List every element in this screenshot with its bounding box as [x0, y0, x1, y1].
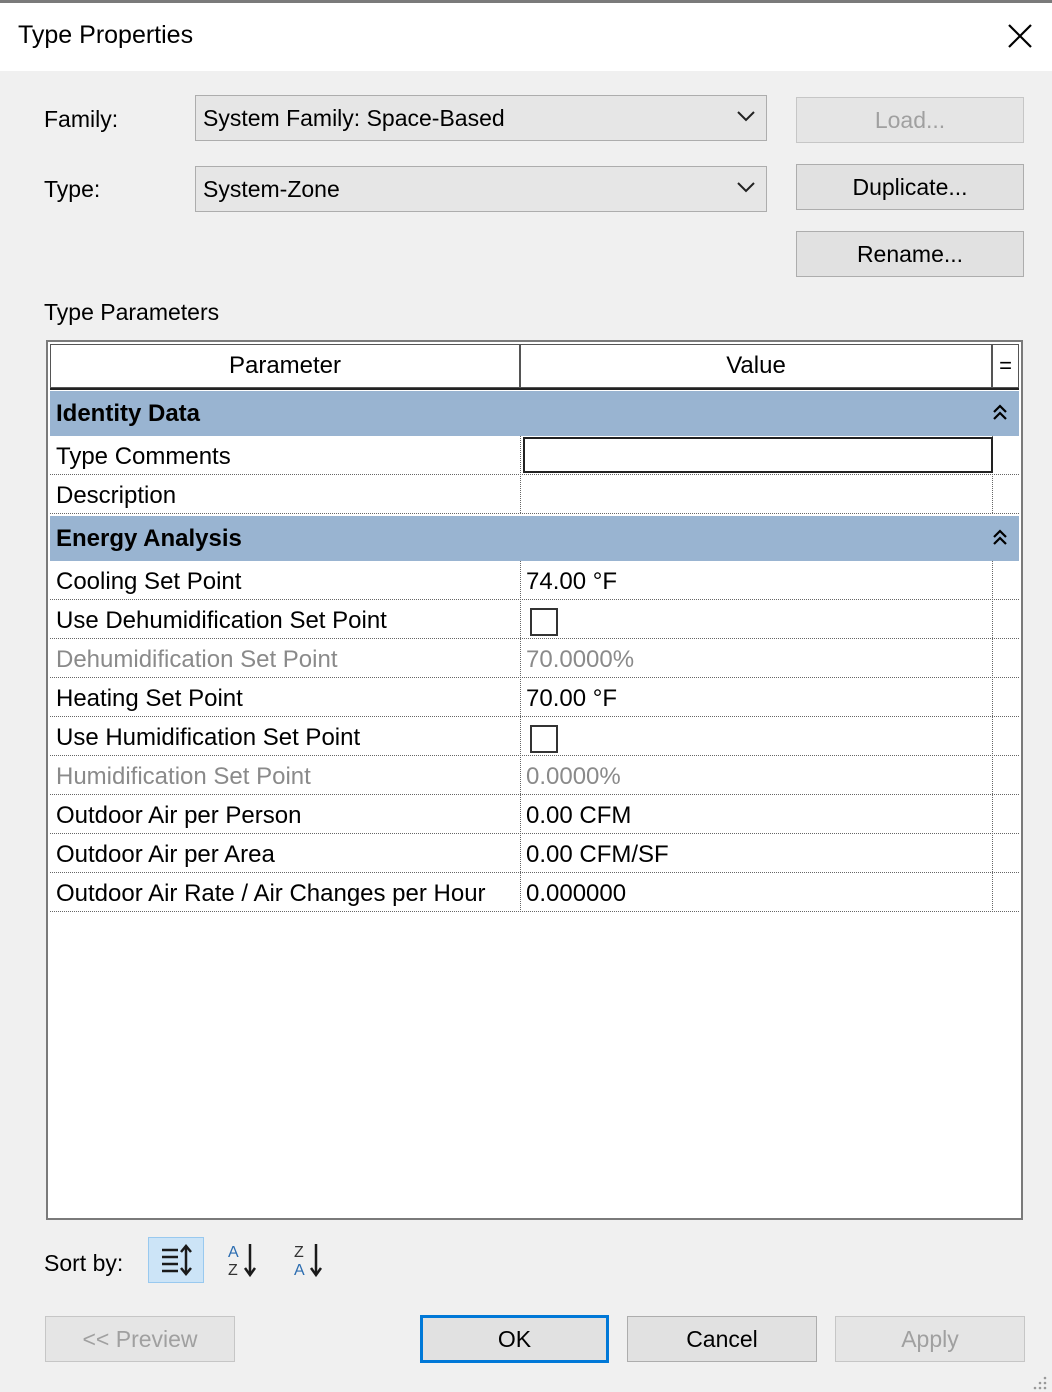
param-name: Type Comments: [56, 443, 231, 470]
param-value: 0.0000%: [526, 763, 621, 790]
sort-grouped-button[interactable]: [148, 1237, 204, 1283]
param-row-type-comments[interactable]: Type Comments: [50, 436, 1019, 475]
param-row-humidification-set-point: Humidification Set Point 0.0000%: [50, 756, 1019, 795]
param-value: 70.0000%: [526, 646, 635, 673]
group-identity-data[interactable]: Identity Data: [50, 391, 1019, 436]
svg-text:Z: Z: [228, 1262, 238, 1279]
type-parameters-grid: Parameter Value = Identity Data Type Com…: [46, 340, 1023, 1220]
sort-descending-icon: Z A: [294, 1244, 323, 1279]
sort-ascending-button[interactable]: A Z: [212, 1237, 268, 1283]
param-name: Heating Set Point: [56, 685, 243, 712]
param-name: Use Dehumidification Set Point: [56, 607, 387, 634]
param-name: Humidification Set Point: [56, 763, 311, 790]
type-properties-dialog: Type Properties Family: System Family: S…: [0, 0, 1052, 1392]
param-name: Cooling Set Point: [56, 568, 242, 595]
resize-grip-icon[interactable]: [1030, 1373, 1048, 1391]
close-button[interactable]: [992, 13, 1048, 59]
type-label: Type:: [44, 176, 101, 202]
sort-grouped-icon: [162, 1244, 192, 1276]
param-row-dehumidification-set-point: Dehumidification Set Point 70.0000%: [50, 639, 1019, 678]
ok-button[interactable]: OK: [420, 1315, 609, 1363]
column-header-parameter[interactable]: Parameter: [50, 344, 520, 388]
grid-header: Parameter Value =: [50, 344, 1019, 390]
use-humidification-checkbox[interactable]: [530, 725, 558, 753]
param-name: Description: [56, 482, 177, 509]
group-energy-analysis[interactable]: Energy Analysis: [50, 516, 1019, 561]
param-row-outdoor-air-rate[interactable]: Outdoor Air Rate / Air Changes per Hour …: [50, 873, 1019, 912]
dialog-title: Type Properties: [18, 21, 194, 49]
collapse-icon[interactable]: [990, 401, 1010, 425]
param-row-outdoor-air-per-area[interactable]: Outdoor Air per Area 0.00 CFM/SF: [50, 834, 1019, 873]
load-button[interactable]: Load...: [796, 97, 1024, 143]
chevron-down-icon: [737, 182, 755, 193]
svg-text:A: A: [294, 1262, 305, 1279]
sort-by-label: Sort by:: [44, 1250, 124, 1276]
param-row-use-humidification[interactable]: Use Humidification Set Point: [50, 717, 1019, 756]
group-title: Identity Data: [56, 400, 201, 427]
sort-descending-button[interactable]: Z A: [278, 1237, 334, 1283]
use-dehumidification-checkbox[interactable]: [530, 608, 558, 636]
type-parameters-label: Type Parameters: [44, 299, 220, 325]
type-dropdown[interactable]: System-Zone: [195, 166, 767, 212]
param-value[interactable]: 74.00 °F: [526, 568, 617, 596]
param-name: Use Humidification Set Point: [56, 724, 361, 751]
group-title: Energy Analysis: [56, 525, 242, 552]
collapse-icon[interactable]: [990, 526, 1010, 550]
param-value[interactable]: 0.00 CFM/SF: [526, 841, 669, 869]
param-row-outdoor-air-per-person[interactable]: Outdoor Air per Person 0.00 CFM: [50, 795, 1019, 834]
param-name: Dehumidification Set Point: [56, 646, 338, 673]
sort-ascending-icon: A Z: [228, 1244, 257, 1279]
param-value[interactable]: 0.000000: [526, 880, 626, 908]
duplicate-button[interactable]: Duplicate...: [796, 164, 1024, 210]
family-dropdown[interactable]: System Family: Space-Based: [195, 95, 767, 141]
family-label: Family:: [44, 106, 119, 132]
column-header-value[interactable]: Value: [520, 344, 992, 388]
param-row-heating-set-point[interactable]: Heating Set Point 70.00 °F: [50, 678, 1019, 717]
param-name: Outdoor Air Rate / Air Changes per Hour: [56, 880, 486, 907]
rename-button[interactable]: Rename...: [796, 231, 1024, 277]
param-name: Outdoor Air per Person: [56, 802, 302, 829]
param-value[interactable]: 0.00 CFM: [526, 802, 631, 830]
apply-button[interactable]: Apply: [835, 1316, 1025, 1362]
cancel-button[interactable]: Cancel: [627, 1316, 817, 1362]
param-name: Outdoor Air per Area: [56, 841, 275, 868]
param-row-cooling-set-point[interactable]: Cooling Set Point 74.00 °F: [50, 561, 1019, 600]
param-row-use-dehumidification[interactable]: Use Dehumidification Set Point: [50, 600, 1019, 639]
param-value[interactable]: 70.00 °F: [526, 685, 617, 713]
column-header-extra[interactable]: =: [992, 344, 1019, 388]
preview-button[interactable]: << Preview: [45, 1316, 235, 1362]
chevron-down-icon: [737, 111, 755, 122]
param-row-description[interactable]: Description: [50, 475, 1019, 514]
svg-text:A: A: [228, 1244, 239, 1261]
type-value: System-Zone: [203, 176, 340, 202]
title-bar: Type Properties: [0, 3, 1052, 71]
type-comments-input[interactable]: [523, 437, 993, 473]
family-value: System Family: Space-Based: [203, 105, 505, 131]
svg-text:Z: Z: [294, 1244, 304, 1261]
close-icon: [1008, 24, 1032, 48]
